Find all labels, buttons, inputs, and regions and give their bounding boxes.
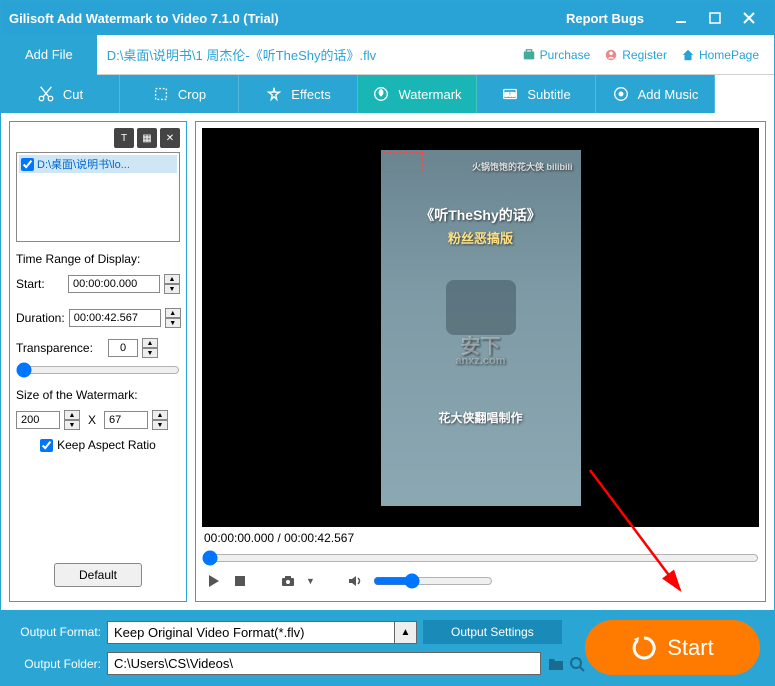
- camera-graphic: [446, 280, 516, 335]
- play-button[interactable]: [206, 573, 222, 589]
- maximize-button[interactable]: [698, 5, 732, 31]
- svg-text:SUB: SUB: [505, 93, 516, 99]
- duration-spinner[interactable]: ▲▼: [165, 308, 181, 328]
- timecode-display: 00:00:00.000 / 00:00:42.567: [202, 527, 759, 549]
- bottom-bar: Output Format: Keep Original Video Forma…: [1, 610, 774, 685]
- output-format-select[interactable]: Keep Original Video Format(*.flv) ▲: [107, 621, 417, 644]
- tab-subtitle[interactable]: SUBSubtitle: [477, 75, 596, 113]
- time-range-label: Time Range of Display:: [16, 252, 180, 266]
- keep-aspect-ratio-label: Keep Aspect Ratio: [57, 438, 156, 452]
- snapshot-button[interactable]: [280, 573, 296, 589]
- remove-watermark-button[interactable]: ✕: [160, 128, 180, 148]
- preview-panel: 火锅饱饱的花大侠 bilibili 《听TheShy的话》 粉丝恶搞版 安下 a…: [195, 121, 766, 602]
- dropdown-arrow-icon[interactable]: ▲: [395, 621, 417, 644]
- keep-aspect-ratio-checkbox[interactable]: [40, 439, 53, 452]
- spin-down-icon[interactable]: ▼: [152, 420, 168, 430]
- tab-add-music[interactable]: Add Music: [596, 75, 715, 113]
- video-overlay-title2: 粉丝恶搞版: [381, 228, 581, 247]
- spin-down-icon[interactable]: ▼: [142, 348, 158, 358]
- top-links: Purchase Register HomePage: [517, 45, 774, 65]
- browse-folder-icon[interactable]: [547, 655, 565, 673]
- output-settings-button[interactable]: Output Settings: [423, 620, 562, 644]
- size-label: Size of the Watermark:: [16, 388, 180, 402]
- watermark-list-item[interactable]: D:\桌面\说明书\lo...: [19, 155, 177, 173]
- snapshot-dropdown-icon[interactable]: ▼: [306, 576, 315, 586]
- purchase-link[interactable]: Purchase: [517, 45, 596, 65]
- x-label: X: [84, 413, 100, 427]
- start-label: Start:: [16, 277, 64, 291]
- tab-bar: Cut Crop Effects Watermark SUBSubtitle A…: [1, 75, 774, 113]
- video-watermark-url: anxz.com: [381, 355, 581, 367]
- stop-button[interactable]: [232, 573, 248, 589]
- duration-label: Duration:: [16, 311, 65, 325]
- transparence-input[interactable]: [108, 339, 138, 357]
- volume-slider[interactable]: [373, 573, 493, 589]
- video-overlay-bottom: 花大侠翻唱制作: [381, 409, 581, 426]
- open-folder-icon[interactable]: [568, 655, 586, 673]
- output-format-label: Output Format:: [13, 625, 101, 639]
- spin-down-icon[interactable]: ▼: [164, 284, 180, 294]
- playback-controls: ▼: [202, 567, 759, 595]
- height-spinner[interactable]: ▲▼: [152, 410, 168, 430]
- video-overlay-title1: 《听TheShy的话》: [381, 205, 581, 225]
- transparence-spinner[interactable]: ▲▼: [142, 338, 158, 358]
- minimize-button[interactable]: [664, 5, 698, 31]
- tab-effects[interactable]: Effects: [239, 75, 358, 113]
- start-button[interactable]: Start: [585, 620, 760, 675]
- default-button[interactable]: Default: [54, 563, 142, 587]
- watermark-item-checkbox[interactable]: [21, 158, 34, 171]
- spin-up-icon[interactable]: ▲: [64, 410, 80, 420]
- file-path-display: D:\桌面\说明书\1 周杰伦-《听TheShy的话》.flv: [97, 45, 517, 64]
- video-preview[interactable]: 火锅饱饱的花大侠 bilibili 《听TheShy的话》 粉丝恶搞版 安下 a…: [202, 128, 759, 527]
- titlebar: Gilisoft Add Watermark to Video 7.1.0 (T…: [1, 1, 774, 35]
- video-content: 火锅饱饱的花大侠 bilibili 《听TheShy的话》 粉丝恶搞版 安下 a…: [381, 150, 581, 506]
- output-folder-input[interactable]: [107, 652, 541, 675]
- spin-up-icon[interactable]: ▲: [142, 338, 158, 348]
- spin-up-icon[interactable]: ▲: [165, 308, 181, 318]
- start-time-input[interactable]: [68, 275, 160, 293]
- width-input[interactable]: [16, 411, 60, 429]
- left-panel: T ▦ ✕ D:\桌面\说明书\lo... Time Range of Disp…: [9, 121, 187, 602]
- watermark-tools: T ▦ ✕: [16, 128, 180, 148]
- start-spinner[interactable]: ▲▼: [164, 274, 180, 294]
- spin-down-icon[interactable]: ▼: [64, 420, 80, 430]
- height-input[interactable]: [104, 411, 148, 429]
- transparence-slider[interactable]: [16, 362, 180, 378]
- spin-down-icon[interactable]: ▼: [165, 318, 181, 328]
- add-text-watermark-button[interactable]: T: [114, 128, 134, 148]
- report-bugs-link[interactable]: Report Bugs: [566, 11, 644, 26]
- video-overlay-top: 火锅饱饱的花大侠 bilibili: [381, 160, 581, 173]
- tab-empty: [715, 75, 774, 113]
- output-folder-label: Output Folder:: [13, 657, 101, 671]
- work-area: T ▦ ✕ D:\桌面\说明书\lo... Time Range of Disp…: [1, 113, 774, 610]
- spin-up-icon[interactable]: ▲: [164, 274, 180, 284]
- watermark-list[interactable]: D:\桌面\说明书\lo...: [16, 152, 180, 242]
- seek-slider[interactable]: [202, 549, 759, 567]
- add-file-button[interactable]: Add File: [1, 35, 97, 75]
- width-spinner[interactable]: ▲▼: [64, 410, 80, 430]
- register-link[interactable]: Register: [599, 45, 672, 65]
- add-image-watermark-button[interactable]: ▦: [137, 128, 157, 148]
- file-bar: Add File D:\桌面\说明书\1 周杰伦-《听TheShy的话》.flv…: [1, 35, 774, 75]
- homepage-link[interactable]: HomePage: [676, 45, 764, 65]
- output-format-value: Keep Original Video Format(*.flv): [107, 621, 395, 644]
- tab-cut[interactable]: Cut: [1, 75, 120, 113]
- window-title: Gilisoft Add Watermark to Video 7.1.0 (T…: [9, 11, 566, 26]
- close-button[interactable]: [732, 5, 766, 31]
- app-window: Gilisoft Add Watermark to Video 7.1.0 (T…: [0, 0, 775, 686]
- tab-crop[interactable]: Crop: [120, 75, 239, 113]
- spin-up-icon[interactable]: ▲: [152, 410, 168, 420]
- tab-watermark[interactable]: Watermark: [358, 75, 477, 113]
- volume-icon[interactable]: [347, 573, 363, 589]
- transparence-label: Transparence:: [16, 341, 104, 355]
- duration-input[interactable]: [69, 309, 161, 327]
